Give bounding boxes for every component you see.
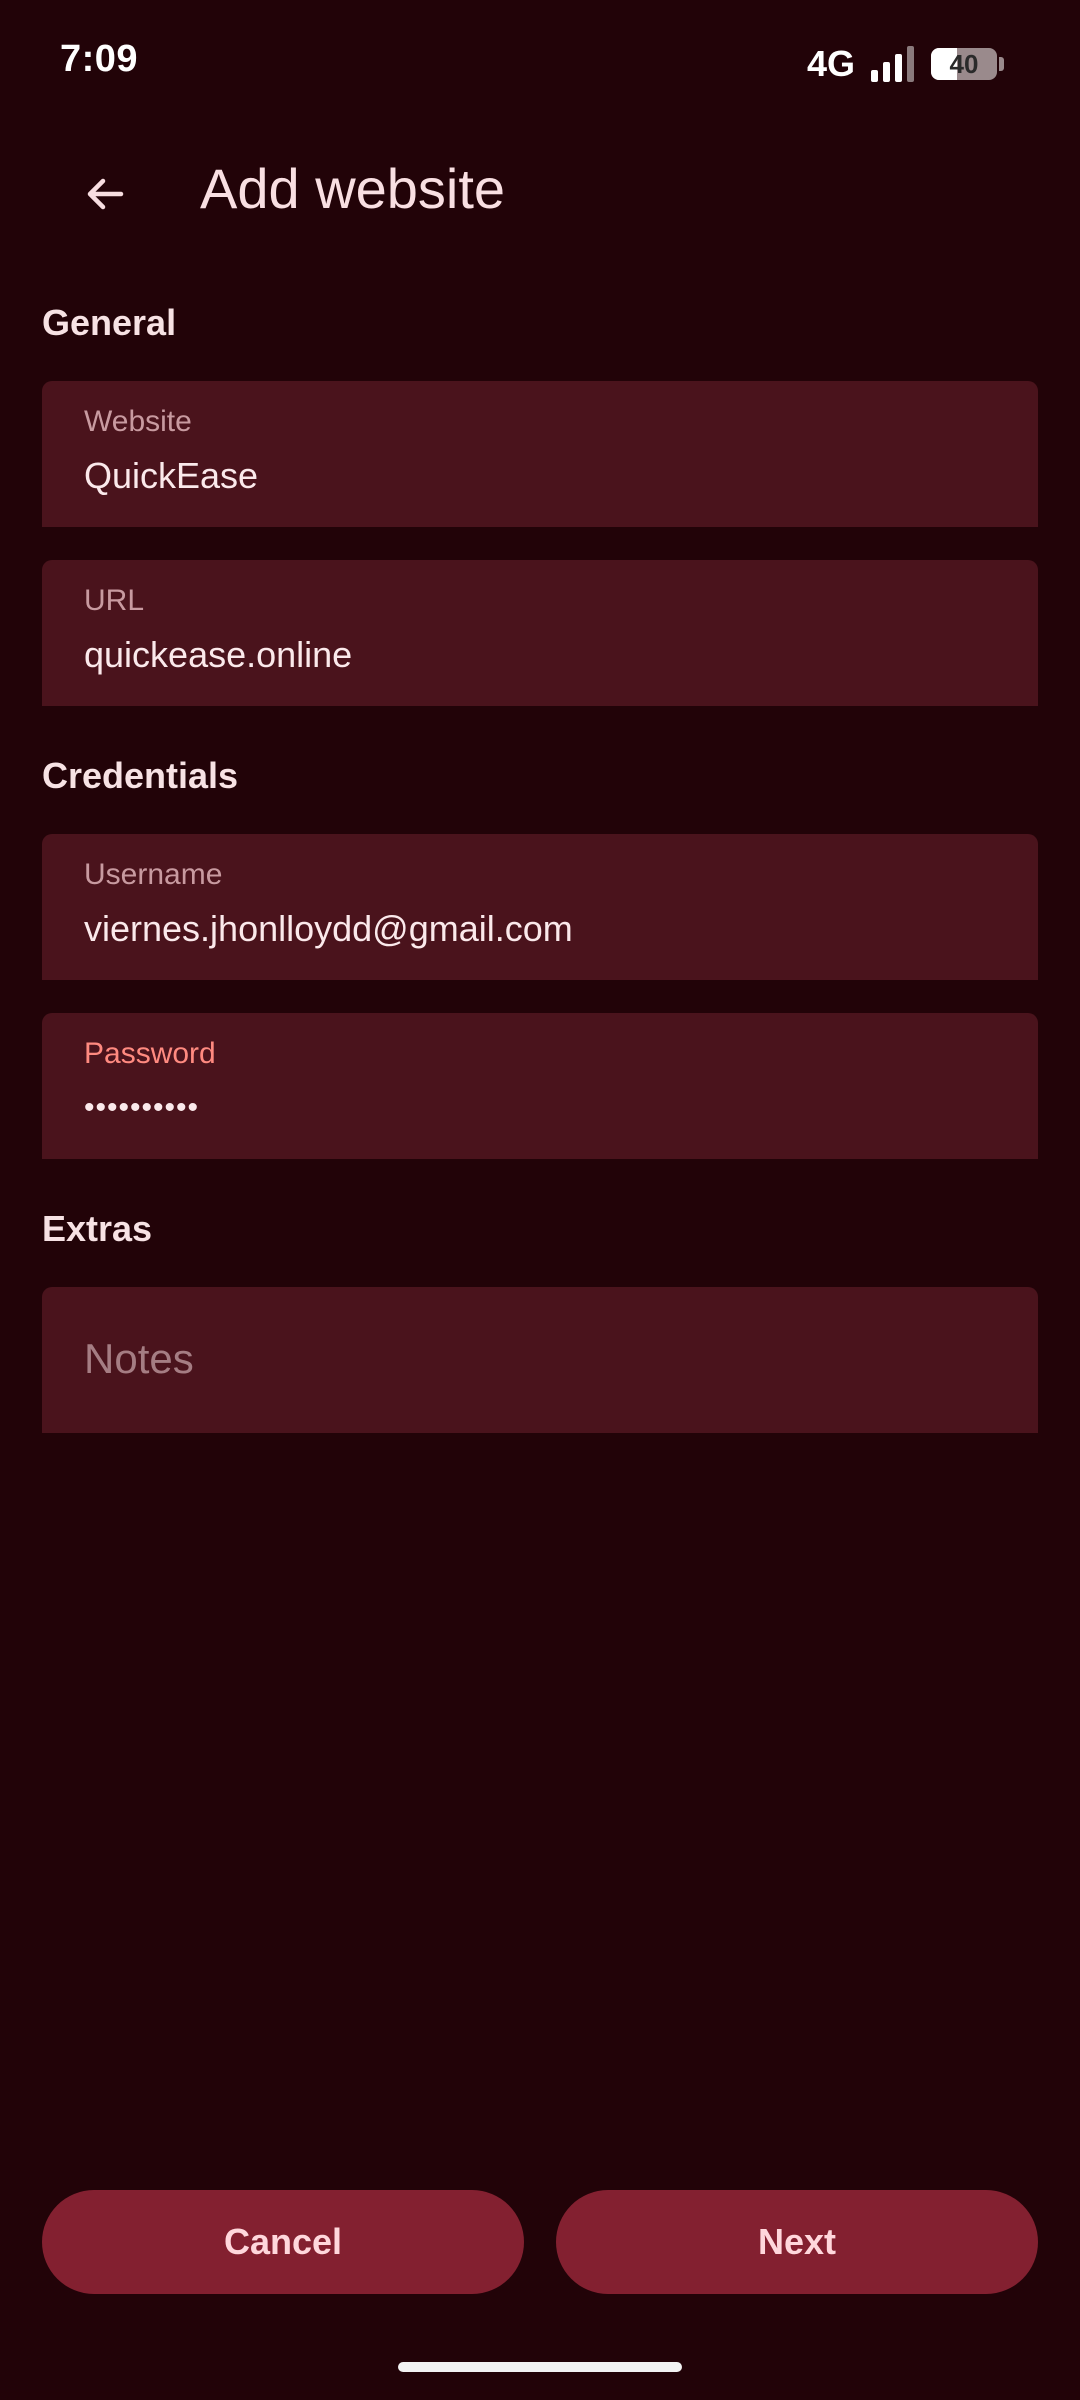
- password-field-label: Password: [84, 1037, 216, 1070]
- section-extras-label: Extras: [42, 1208, 153, 1249]
- website-field[interactable]: Website QuickEase: [42, 381, 1038, 527]
- signal-strength-icon: [871, 46, 914, 82]
- section-general-label: General: [42, 302, 177, 343]
- password-field-value: ••••••••••: [84, 1091, 200, 1124]
- website-field-label: Website: [84, 405, 192, 438]
- back-button[interactable]: [62, 158, 148, 230]
- status-bar: 7:09 4G 40: [0, 0, 1080, 130]
- url-field[interactable]: URL quickease.online: [42, 560, 1038, 706]
- username-field-value: viernes.jhonlloydd@gmail.com: [84, 908, 573, 949]
- cancel-button[interactable]: Cancel: [42, 2190, 524, 2294]
- website-field-value: QuickEase: [84, 455, 259, 496]
- status-icons: 4G 40: [807, 42, 1004, 86]
- arrow-back-icon: [87, 178, 124, 210]
- username-field-label: Username: [84, 858, 223, 891]
- notes-field[interactable]: Notes: [42, 1287, 1038, 1433]
- url-field-value: quickease.online: [84, 634, 353, 675]
- battery-icon: 40: [931, 48, 997, 80]
- status-time: 7:09: [60, 38, 139, 80]
- section-credentials-label: Credentials: [42, 755, 239, 796]
- next-button[interactable]: Next: [556, 2190, 1038, 2294]
- notes-field-placeholder: Notes: [84, 1335, 194, 1382]
- url-field-label: URL: [84, 584, 145, 617]
- page-title: Add website: [200, 157, 506, 220]
- password-field[interactable]: Password ••••••••••: [42, 1013, 1038, 1159]
- battery-percentage: 40: [949, 48, 979, 79]
- home-indicator[interactable]: [398, 2362, 682, 2372]
- network-type: 4G: [806, 43, 855, 84]
- top-app-bar: Add website: [0, 130, 1080, 254]
- username-field[interactable]: Username viernes.jhonlloydd@gmail.com: [42, 834, 1038, 980]
- battery-cap: [999, 57, 1004, 71]
